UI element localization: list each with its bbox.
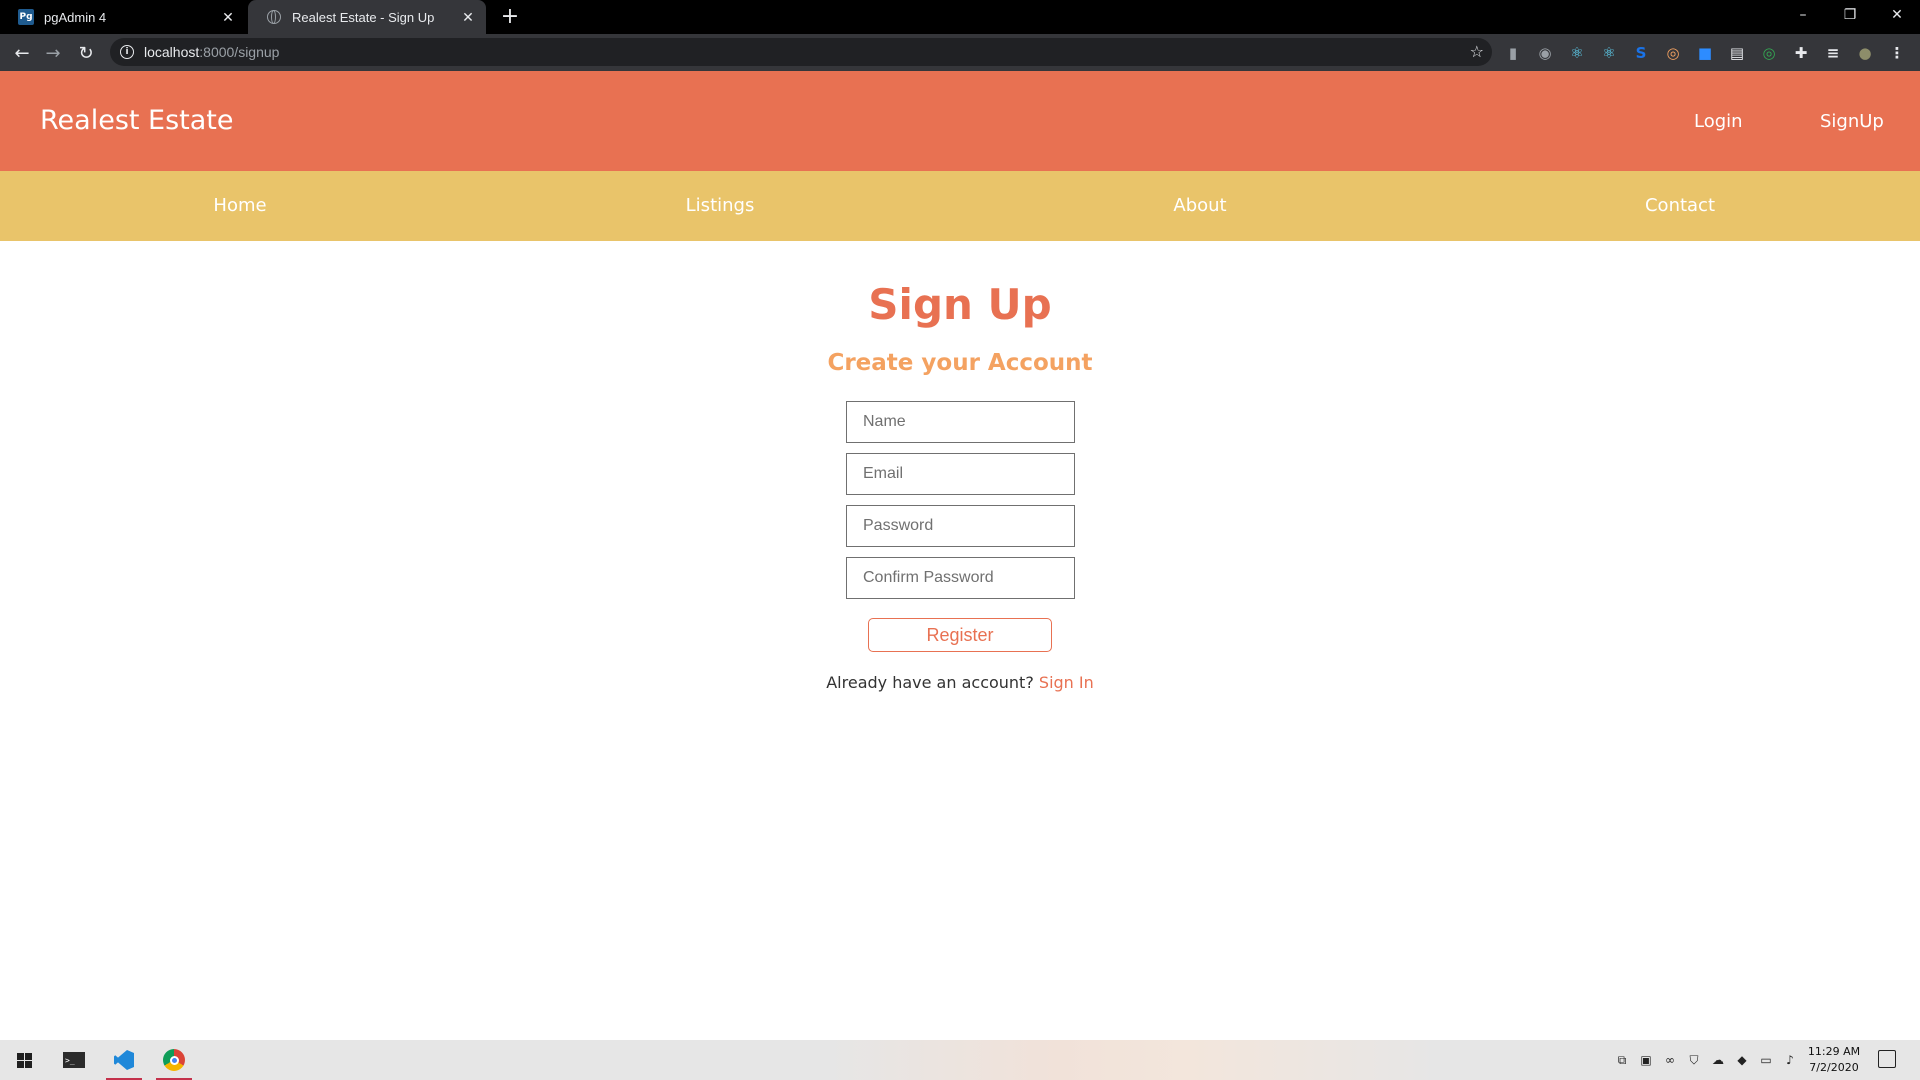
name-field[interactable] — [846, 401, 1075, 443]
browser-tabstrip: Pg pgAdmin 4 ✕ Realest Estate - Sign Up … — [0, 0, 1920, 34]
react-devtools-icon[interactable]: ⚛ — [1568, 44, 1586, 62]
site-info-icon[interactable]: i — [120, 45, 134, 59]
tab-title: pgAdmin 4 — [44, 9, 107, 25]
app-tray-icon[interactable]: ▣ — [1638, 1052, 1654, 1068]
forward-button[interactable]: → — [39, 39, 67, 67]
tab-title: Realest Estate - Sign Up — [292, 9, 435, 25]
react-devtools-alt-icon[interactable]: ⚛ — [1600, 44, 1618, 62]
puzzle-extensions-icon[interactable]: ✚ — [1792, 44, 1810, 62]
confirm-password-field[interactable] — [846, 557, 1075, 599]
clock-date: 7/2/2020 — [1809, 1061, 1859, 1074]
password-field[interactable] — [846, 505, 1075, 547]
cloud-icon[interactable]: ☁ — [1710, 1052, 1726, 1068]
calendar-extension-icon[interactable]: ▤ — [1728, 44, 1746, 62]
close-icon[interactable]: ✕ — [458, 7, 478, 27]
pgadmin-icon: Pg — [18, 9, 34, 25]
tab-realest-estate-signup[interactable]: Realest Estate - Sign Up ✕ — [248, 0, 486, 34]
chrome-taskbar-button[interactable] — [150, 1040, 198, 1080]
back-button[interactable]: ← — [8, 39, 36, 67]
signup-link[interactable]: SignUp — [1820, 111, 1884, 132]
main-nav: Home Listings About Contact — [0, 171, 1920, 241]
nav-listings[interactable]: Listings — [480, 195, 960, 216]
login-link[interactable]: Login — [1694, 111, 1743, 132]
minimize-button[interactable]: – — [1780, 0, 1826, 30]
volume-icon[interactable]: ♪ — [1782, 1052, 1798, 1068]
reload-button[interactable]: ↻ — [72, 39, 100, 67]
vscode-icon — [114, 1050, 134, 1070]
taskbar-clock[interactable]: 11:29 AM 7/2/2020 — [1804, 1044, 1864, 1076]
s-extension-icon[interactable]: S — [1632, 44, 1650, 62]
analytics-extension-icon[interactable]: ▮ — [1504, 44, 1522, 62]
signin-prompt: Already have an account? Sign In — [0, 673, 1920, 692]
nav-contact[interactable]: Contact — [1440, 195, 1920, 216]
register-button[interactable]: Register — [868, 618, 1052, 652]
tab-pgadmin[interactable]: Pg pgAdmin 4 ✕ — [0, 0, 246, 34]
nav-about[interactable]: About — [960, 195, 1440, 216]
globe-icon — [266, 9, 282, 25]
page-subtitle: Create your Account — [827, 350, 1093, 376]
network-icon[interactable]: ▭ — [1758, 1052, 1774, 1068]
shield-icon[interactable]: ⛉ — [1686, 1052, 1702, 1068]
menu-kebab-icon[interactable]: ⋮ — [1888, 44, 1906, 62]
site-header: Realest Estate Login SignUp — [0, 71, 1920, 171]
url-text: localhost:8000/signup — [144, 44, 280, 60]
bookmark-star-icon[interactable]: ☆ — [1470, 42, 1484, 61]
owl-extension-icon[interactable]: ◎ — [1664, 44, 1682, 62]
vscode-taskbar-button[interactable] — [100, 1040, 148, 1080]
action-center-icon[interactable] — [1878, 1050, 1896, 1068]
chrome-icon — [163, 1049, 185, 1071]
media-queue-icon[interactable]: ≡ — [1824, 44, 1842, 62]
site-brand[interactable]: Realest Estate — [40, 105, 234, 136]
signin-prompt-text: Already have an account? — [826, 673, 1034, 692]
browser-toolbar: ← → ↻ i localhost:8000/signup ☆ ▮ ◉ ⚛ ⚛ S ◎ ■ ▤… — [0, 34, 1920, 71]
circle-extension-icon[interactable]: ◎ — [1760, 44, 1778, 62]
window-close-button[interactable]: ✕ — [1874, 0, 1920, 30]
clock-time: 11:29 AM — [1807, 1045, 1861, 1058]
link-tray-icon[interactable]: ∞ — [1662, 1052, 1678, 1068]
profile-avatar-icon[interactable]: ● — [1856, 44, 1874, 62]
start-button[interactable] — [0, 1040, 48, 1080]
signin-link[interactable]: Sign In — [1039, 673, 1094, 692]
close-icon[interactable]: ✕ — [218, 7, 238, 27]
new-tab-button[interactable]: + — [498, 5, 522, 29]
camera-extension-icon[interactable]: ◉ — [1536, 44, 1554, 62]
nav-home[interactable]: Home — [0, 195, 480, 216]
terminal-taskbar-button[interactable]: >_ — [50, 1040, 98, 1080]
windows-taskbar: >_ ⧉ ▣ ∞ ⛉ ☁ ◆ ▭ ♪ 11:29 AM 7/2/2020 — [0, 1040, 1920, 1080]
zoom-extension-icon[interactable]: ■ — [1696, 44, 1714, 62]
dropbox-icon[interactable]: ◆ — [1734, 1052, 1750, 1068]
restore-button[interactable]: ❐ — [1827, 0, 1873, 30]
email-field[interactable] — [846, 453, 1075, 495]
windows-terminal-icon: >_ — [63, 1052, 85, 1068]
page-title: Sign Up — [868, 280, 1052, 329]
windows-logo-icon — [16, 1052, 32, 1068]
network-share-icon[interactable]: ⧉ — [1614, 1052, 1630, 1068]
address-bar[interactable]: i localhost:8000/signup ☆ — [110, 38, 1492, 66]
